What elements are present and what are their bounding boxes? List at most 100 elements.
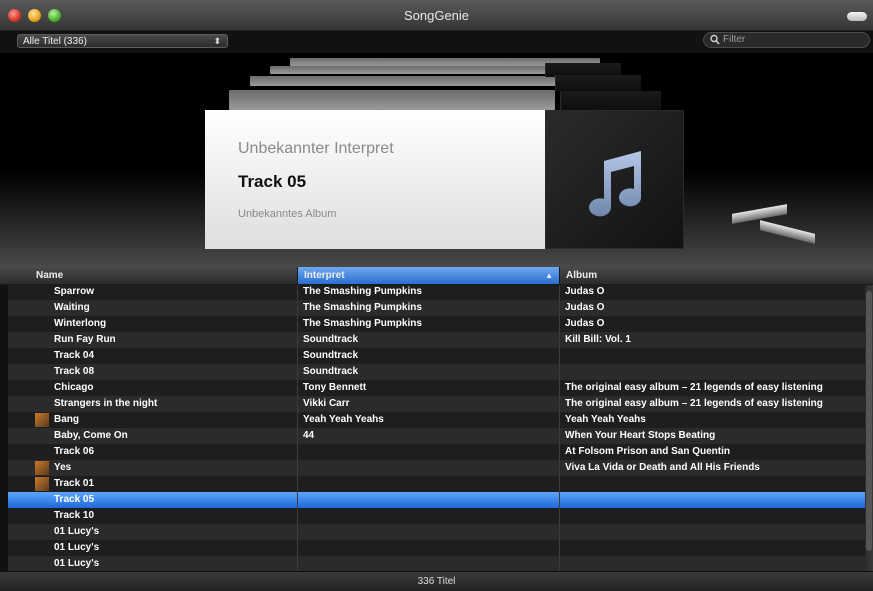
table-row[interactable]: Track 10 <box>8 508 865 524</box>
cell-name: Track 10 <box>54 510 95 521</box>
cell-interpret <box>303 524 558 540</box>
column-header-interpret-label: Interpret <box>304 270 345 281</box>
filter-search-field[interactable]: Filter <box>703 32 870 48</box>
cell-interpret: Vikki Carr <box>303 398 350 409</box>
current-track-card[interactable]: Unbekannter Interpret Track 05 Unbekannt… <box>205 110 545 249</box>
stacked-cover[interactable] <box>250 76 580 86</box>
column-header-interpret[interactable]: Interpret ▲ <box>298 267 560 284</box>
cell-name: 01 Lucy's <box>54 542 100 553</box>
cell-interpret: The Smashing Pumpkins <box>303 286 422 297</box>
cell-album: Kill Bill: Vol. 1 <box>565 334 631 345</box>
table-row[interactable]: Baby, Come On 44 When Your Heart Stops Bea… <box>8 428 865 444</box>
cell-album: Yeah Yeah Yeahs <box>565 414 646 425</box>
cell-interpret <box>303 444 558 460</box>
table-row-selected[interactable]: Track 05 <box>8 492 865 508</box>
column-separator <box>559 285 560 571</box>
table-header: Name Interpret ▲ Album <box>0 267 873 285</box>
column-header-name[interactable]: Name <box>30 267 298 284</box>
cell-interpret: The Smashing Pumpkins <box>303 302 422 313</box>
column-separator <box>297 285 298 571</box>
cell-interpret <box>303 460 558 476</box>
track-count: 336 Titel <box>417 576 456 587</box>
window-title: SongGenie <box>403 8 470 23</box>
cell-album: Judas O <box>565 318 605 329</box>
cell-name: Baby, Come On <box>54 430 128 441</box>
cell-interpret: Soundtrack <box>303 350 359 361</box>
coverflow-track: Track 05 <box>238 172 307 191</box>
cell-album <box>565 492 865 508</box>
table-row[interactable]: Strangers in the night Vikki Carr The orig… <box>8 396 865 412</box>
cell-album <box>565 540 865 556</box>
table-row[interactable]: Run Fay Run Soundtrack Kill Bill: Vol. 1 <box>8 332 865 348</box>
album-art[interactable] <box>545 110 684 249</box>
table-row[interactable]: Sparrow The Smashing Pumpkins Judas O <box>8 285 865 300</box>
table-row[interactable]: 01 Lucy's <box>8 556 865 571</box>
table-row[interactable]: Track 04 Soundtrack <box>8 348 865 364</box>
column-header-album[interactable]: Album <box>560 267 866 284</box>
table-row[interactable]: Track 08 Soundtrack <box>8 364 865 380</box>
stacked-art <box>555 75 641 91</box>
cell-name: Bang <box>54 414 79 425</box>
table-row[interactable]: Chicago Tony Bennett The original easy alb… <box>8 380 865 396</box>
cell-interpret: Yeah Yeah Yeahs <box>303 414 384 425</box>
table-row[interactable]: Waiting The Smashing Pumpkins Judas O <box>8 300 865 316</box>
table-row[interactable]: Winterlong The Smashing Pumpkins Judas O <box>8 316 865 332</box>
cell-album <box>565 476 865 492</box>
cell-album: Judas O <box>565 286 605 297</box>
cell-album: At Folsom Prison and San Quentin <box>565 446 731 457</box>
filter-placeholder: Filter <box>723 34 746 45</box>
popup-arrows-icon: ⬍ <box>213 36 221 46</box>
stacked-cover[interactable] <box>270 66 590 74</box>
cell-interpret: The Smashing Pumpkins <box>303 318 422 329</box>
stacked-cover[interactable] <box>229 90 555 110</box>
cell-interpret: Tony Bennett <box>303 382 367 393</box>
cell-name: 01 Lucy's <box>54 558 100 569</box>
scrollbar-thumb[interactable] <box>866 291 872 551</box>
music-note-icon <box>589 151 642 217</box>
cell-album: Judas O <box>565 302 605 313</box>
coverflow-artist: Unbekannter Interpret <box>238 140 394 157</box>
cell-album: Viva La Vida or Death and All His Friend… <box>565 462 760 473</box>
table-row[interactable]: Yes Viva La Vida or Death and All His Fri… <box>8 460 865 476</box>
songgenie-window: SongGenie Alle Titel (336) ⬍ Filter Unbe… <box>0 0 873 591</box>
cell-interpret <box>303 508 558 524</box>
cell-interpret <box>303 540 558 556</box>
cover-flow-view[interactable]: Unbekannter Interpret Track 05 Unbekannt… <box>0 53 873 267</box>
cell-interpret: Soundtrack <box>303 334 359 345</box>
cell-name: Track 05 <box>54 494 95 505</box>
sort-ascending-icon: ▲ <box>545 271 553 280</box>
cell-album: When Your Heart Stops Beating <box>565 430 716 441</box>
album-art-icon <box>35 461 49 475</box>
cell-name: Yes <box>54 462 72 473</box>
status-bar: 336 Titel <box>0 571 873 591</box>
vertical-scrollbar[interactable] <box>865 285 873 571</box>
cell-album: The original easy album – 21 legends of … <box>565 398 823 409</box>
coverflow-album: Unbekanntes Album <box>238 208 337 220</box>
cell-album: The original easy album – 21 legends of … <box>565 382 823 393</box>
source-popup-label: Alle Titel (336) <box>23 36 87 47</box>
table-row[interactable]: 01 Lucy's <box>8 524 865 540</box>
title-bar: SongGenie <box>0 0 873 31</box>
album-art-icon <box>35 413 49 427</box>
cell-interpret: Soundtrack <box>303 366 359 377</box>
table-row[interactable]: 01 Lucy's <box>8 540 865 556</box>
cell-interpret <box>303 556 558 571</box>
cell-name: Run Fay Run <box>54 334 116 345</box>
cell-interpret <box>303 492 558 508</box>
cell-album <box>565 524 865 540</box>
table-row[interactable]: Bang Yeah Yeah Yeahs Yeah Yeah Yeahs <box>8 412 865 428</box>
cell-interpret <box>303 476 558 492</box>
cell-name: 01 Lucy's <box>54 526 100 537</box>
cell-name: Waiting <box>54 302 90 313</box>
cell-name: Chicago <box>54 382 94 393</box>
cell-name: Strangers in the night <box>54 398 158 409</box>
track-table[interactable]: Sparrow The Smashing Pumpkins Judas O Waiti… <box>8 285 865 571</box>
table-row[interactable]: Track 01 <box>8 476 865 492</box>
table-row[interactable]: Track 06 At Folsom Prison and San Quentin <box>8 444 865 460</box>
stacked-art <box>560 91 661 110</box>
side-cover[interactable] <box>760 220 815 244</box>
source-popup[interactable]: Alle Titel (336) ⬍ <box>17 34 228 48</box>
cell-name: Winterlong <box>54 318 107 329</box>
cell-album <box>565 348 865 364</box>
toolbar-toggle-button[interactable] <box>847 12 867 21</box>
